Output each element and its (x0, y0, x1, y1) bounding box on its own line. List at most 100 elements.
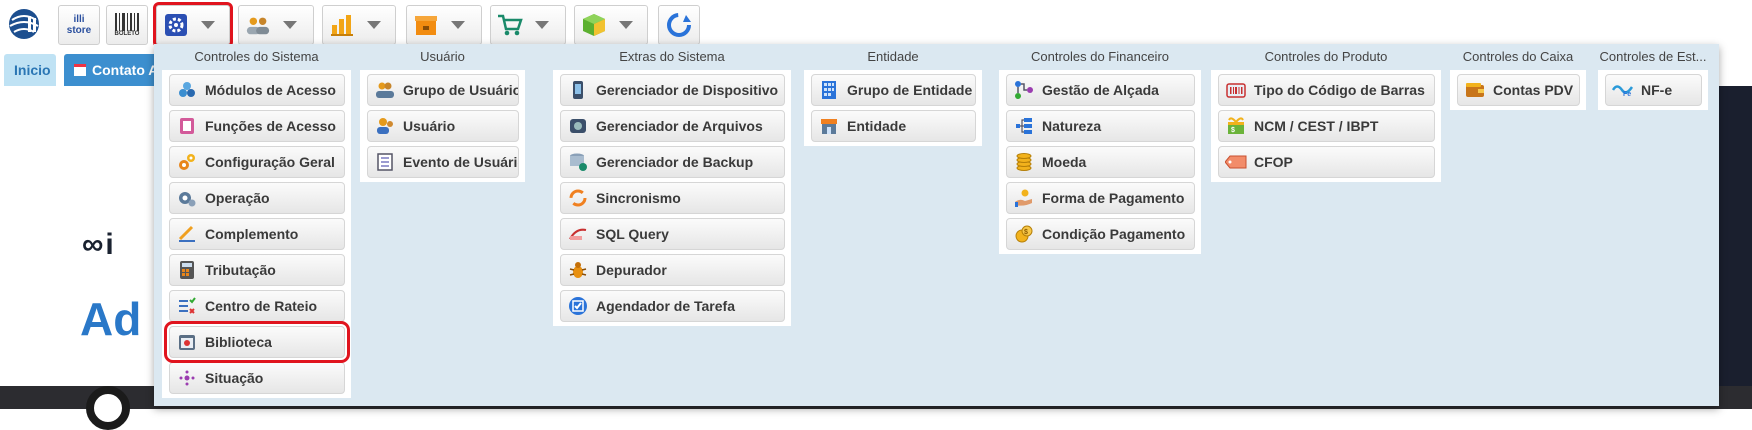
menu-item-tipo-codigo-barras[interactable]: Tipo do Código de Barras (1218, 74, 1435, 106)
column-entidade: Entidade Grupo de Entidade Entidade (804, 44, 982, 146)
column-title: Controles do Produto (1264, 49, 1388, 64)
users-menu-button[interactable] (238, 5, 314, 45)
column-controles-estoque: Controles de Est... Fe NF-e (1598, 44, 1708, 110)
menu-item-gerenciador-arquivos[interactable]: Gerenciador de Arquivos (560, 110, 785, 142)
refresh-icon (666, 12, 692, 38)
boleto-button[interactable]: BOLETO (106, 5, 148, 45)
tab-inicio[interactable]: Inicio (4, 54, 56, 86)
menu-item-contas-pdv[interactable]: Contas PDV (1457, 74, 1580, 106)
menu-item-evento-usuario[interactable]: Evento de Usuário (367, 146, 519, 178)
menu-item-ncm-cest-ibpt[interactable]: $ NCM / CEST / IBPT (1218, 110, 1435, 142)
column-title: Extras do Sistema (619, 49, 725, 64)
refresh-button[interactable] (658, 5, 700, 45)
column-items: Tipo do Código de Barras $ NCM / CEST / I… (1211, 70, 1441, 182)
column-items: Gestão de Alçada Natureza Moeda Forma de… (999, 70, 1201, 254)
menu-item-gerenciador-backup[interactable]: Gerenciador de Backup (560, 146, 785, 178)
bug-icon (567, 259, 589, 281)
hierarchy-icon (1013, 79, 1035, 101)
ncm-icon: $ (1225, 115, 1247, 137)
complement-icon (176, 223, 198, 245)
menu-item-cfop[interactable]: CFOP (1218, 146, 1435, 178)
payment-hand-icon (1013, 187, 1035, 209)
menu-item-grupo-usuario[interactable]: Grupo de Usuário (367, 74, 519, 106)
menu-item-tributacao[interactable]: Tributação (169, 254, 345, 286)
nfe-icon: Fe (1612, 79, 1634, 101)
menu-item-nfe[interactable]: Fe NF-e (1605, 74, 1702, 106)
tab-contato[interactable]: Contato A (64, 54, 164, 86)
checklist-icon (176, 295, 198, 317)
menu-item-entidade[interactable]: Entidade (811, 110, 976, 142)
column-controles-financeiro: Controles do Financeiro Gestão de Alçada… (999, 44, 1201, 254)
menu-item-situacao[interactable]: Situação (169, 362, 345, 394)
column-title: Controles de Est... (1599, 49, 1707, 64)
menu-item-complemento[interactable]: Complemento (169, 218, 345, 250)
coins-icon (1013, 151, 1035, 173)
svg-text:$: $ (1231, 127, 1235, 134)
column-title: Controles do Caixa (1462, 49, 1574, 64)
backup-icon (567, 151, 589, 173)
column-title: Usuário (420, 49, 465, 64)
menu-item-operacao[interactable]: Operação (169, 182, 345, 214)
chevron-down-icon (535, 21, 549, 29)
calendar-icon (74, 64, 86, 76)
menu-item-gerenciador-dispositivo[interactable]: Gerenciador de Dispositivo (560, 74, 785, 106)
stock-menu-button[interactable] (406, 5, 482, 45)
sync-icon (567, 187, 589, 209)
menu-item-funcoes-acesso[interactable]: Funções de Acesso (169, 110, 345, 142)
menu-item-forma-pagamento[interactable]: Forma de Pagamento (1006, 182, 1195, 214)
bar-chart-icon (329, 12, 355, 38)
entity-group-icon (818, 79, 840, 101)
barcode-icon (115, 13, 139, 31)
app-logo[interactable] (6, 6, 42, 42)
user-group-icon (374, 79, 396, 101)
menu-item-configuracao-geral[interactable]: Configuração Geral (169, 146, 345, 178)
column-title: Controles do Financeiro (1030, 49, 1170, 64)
column-items: Contas PDV (1450, 70, 1586, 110)
payment-condition-icon: $ (1013, 223, 1035, 245)
boleto-label: BOLETO (114, 31, 140, 37)
column-items: Grupo de Usuário Usuário Evento de Usuár… (360, 70, 525, 182)
menu-item-sincronismo[interactable]: Sincronismo (560, 182, 785, 214)
package-icon (581, 12, 607, 38)
menu-item-usuario[interactable]: Usuário (367, 110, 519, 142)
tag-icon (1225, 151, 1247, 173)
sales-menu-button[interactable] (490, 5, 566, 45)
chevron-down-icon (367, 21, 381, 29)
wallet-icon (1464, 79, 1486, 101)
menu-item-depurador[interactable]: Depurador (560, 254, 785, 286)
products-menu-button[interactable] (574, 5, 648, 45)
menu-item-moeda[interactable]: Moeda (1006, 146, 1195, 178)
menu-item-centro-rateio[interactable]: Centro de Rateio (169, 290, 345, 322)
menu-item-condicao-pagamento[interactable]: $ Condição Pagamento (1006, 218, 1195, 250)
chevron-down-icon (451, 21, 465, 29)
store-label: illi store (66, 14, 92, 36)
system-menu-button[interactable] (153, 2, 233, 48)
barcode-icon (1225, 79, 1247, 101)
reports-menu-button[interactable] (322, 5, 396, 45)
menu-item-natureza[interactable]: Natureza (1006, 110, 1195, 142)
users-icon (245, 12, 271, 38)
calculator-icon (176, 259, 198, 281)
status-icon (176, 367, 198, 389)
user-icon (374, 115, 396, 137)
gear-icon (163, 12, 189, 38)
device-icon (567, 79, 589, 101)
menu-item-grupo-entidade[interactable]: Grupo de Entidade (811, 74, 976, 106)
modules-icon (176, 79, 198, 101)
column-items: Módulos de Acesso Funções de Acesso Conf… (162, 70, 351, 398)
column-items: Gerenciador de Dispositivo Gerenciador d… (553, 70, 791, 326)
column-title: Controles do Sistema (194, 49, 319, 64)
menu-item-biblioteca[interactable]: Biblioteca (164, 321, 350, 363)
menu-item-agendador-tarefa[interactable]: Agendador de Tarefa (560, 290, 785, 322)
drive-icon (567, 115, 589, 137)
svg-text:$: $ (1024, 229, 1028, 236)
box-icon (413, 12, 439, 38)
store-icon (818, 115, 840, 137)
menu-item-modulos-acesso[interactable]: Módulos de Acesso (169, 74, 345, 106)
tab-contato-label: Contato A (92, 62, 159, 78)
store-button[interactable]: illi store (58, 5, 100, 45)
user-event-icon (374, 151, 396, 173)
menu-item-gestao-alcada[interactable]: Gestão de Alçada (1006, 74, 1195, 106)
menu-item-sql-query[interactable]: SQL Query (560, 218, 785, 250)
library-icon (176, 331, 198, 353)
